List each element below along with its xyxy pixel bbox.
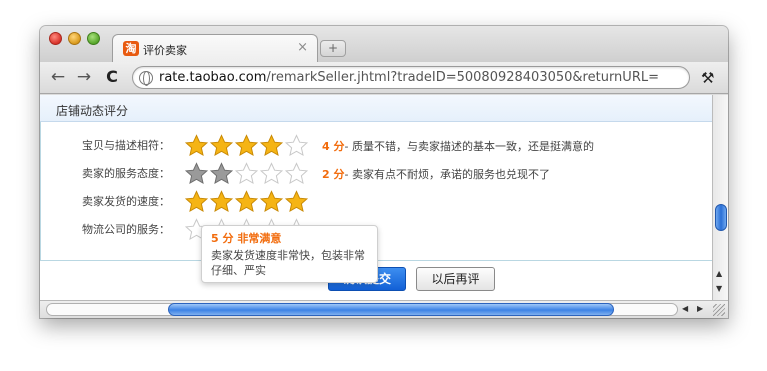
star-filled-icon[interactable] <box>259 134 284 156</box>
rating-label: 卖家的服务态度： <box>82 167 170 180</box>
rate-later-button[interactable]: 以后再评 <box>416 267 495 291</box>
rating-label: 卖家发货的速度： <box>82 195 170 208</box>
resize-grip-icon[interactable] <box>713 304 725 316</box>
star-filled-icon[interactable] <box>284 190 309 212</box>
wrench-icon[interactable]: ⚒ <box>701 69 714 87</box>
rating-score: 2 分- 卖家有点不耐烦，承诺的服务也兑现不了 <box>322 166 550 182</box>
reload-icon[interactable]: C <box>102 67 122 87</box>
tooltip-description: 卖家发货速度非常快，包装非常仔细、严实 <box>211 249 365 277</box>
horizontal-scrollbar[interactable]: ◀ ▶ <box>40 300 728 318</box>
star-rating[interactable] <box>184 162 309 184</box>
star-filled-icon[interactable] <box>209 162 234 184</box>
star-filled-icon[interactable] <box>184 134 209 156</box>
star-empty-icon[interactable] <box>259 162 284 184</box>
star-rating[interactable] <box>184 134 309 156</box>
taobao-favicon-icon: 淘 <box>123 41 139 56</box>
tab-title: 评价卖家 <box>143 44 187 57</box>
tab-active[interactable]: 淘 评价卖家 × <box>112 34 318 62</box>
rating-score: 4 分- 质量不错，与卖家描述的基本一致，还是挺满意的 <box>322 138 594 154</box>
scroll-up-arrow-icon[interactable]: ▲ <box>716 269 722 278</box>
forward-arrow-icon[interactable]: → <box>74 67 94 87</box>
zoom-window-button[interactable] <box>87 32 100 45</box>
browser-window: 淘 评价卖家 × + ← → C rate.taobao.com/remarkS… <box>40 26 728 318</box>
url-text[interactable]: rate.taobao.com/remarkSeller.jhtml?trade… <box>159 70 659 85</box>
scroll-down-arrow-icon[interactable]: ▼ <box>716 284 722 293</box>
vertical-scrollbar[interactable]: ▲ ▼ <box>712 95 728 300</box>
rating-tooltip: 5 分 非常满意 卖家发货速度非常快，包装非常仔细、严实 <box>201 225 378 283</box>
address-bar[interactable]: rate.taobao.com/remarkSeller.jhtml?trade… <box>132 66 690 89</box>
rating-label: 物流公司的服务： <box>82 223 170 236</box>
section-header: 店铺动态评分 <box>40 95 712 122</box>
star-filled-icon[interactable] <box>184 190 209 212</box>
star-filled-icon[interactable] <box>234 134 259 156</box>
score-value: 2 分 <box>322 168 345 181</box>
tooltip-heading: 5 分 非常满意 <box>211 232 282 245</box>
close-window-button[interactable] <box>49 32 62 45</box>
scroll-right-arrow-icon[interactable]: ▶ <box>697 304 703 313</box>
star-empty-icon[interactable] <box>234 162 259 184</box>
scroll-left-arrow-icon[interactable]: ◀ <box>682 304 688 313</box>
browser-toolbar: ← → C rate.taobao.com/remarkSeller.jhtml… <box>40 62 728 94</box>
tab-close-icon[interactable]: × <box>297 40 308 55</box>
url-path: /remarkSeller.jhtml?tradeID=500809284030… <box>266 70 659 85</box>
star-filled-icon[interactable] <box>259 190 284 212</box>
star-empty-icon[interactable] <box>284 162 309 184</box>
score-value: 4 分 <box>322 140 345 153</box>
score-description: - 卖家有点不耐烦，承诺的服务也兑现不了 <box>344 168 550 181</box>
star-filled-icon[interactable] <box>209 134 234 156</box>
back-arrow-icon[interactable]: ← <box>48 67 68 87</box>
score-description: - 质量不错，与卖家描述的基本一致，还是挺满意的 <box>344 140 594 153</box>
new-tab-button[interactable]: + <box>320 40 346 57</box>
star-filled-icon[interactable] <box>184 162 209 184</box>
section-title: 店铺动态评分 <box>56 104 129 118</box>
globe-icon <box>139 71 153 86</box>
url-host: rate.taobao.com <box>159 70 267 85</box>
star-rating[interactable] <box>184 190 309 212</box>
star-empty-icon[interactable] <box>284 134 309 156</box>
page-content: 店铺动态评分 宝贝与描述相符： 4 分- 质量不错，与卖家描述的基本一致，还是挺满… <box>40 95 712 300</box>
title-bar: 淘 评价卖家 × + <box>40 26 728 62</box>
rating-label: 宝贝与描述相符： <box>82 139 170 152</box>
vertical-scroll-thumb[interactable] <box>715 204 727 231</box>
star-filled-icon[interactable] <box>234 190 259 212</box>
horizontal-scroll-thumb[interactable] <box>168 303 614 316</box>
minimize-window-button[interactable] <box>68 32 81 45</box>
star-filled-icon[interactable] <box>209 190 234 212</box>
